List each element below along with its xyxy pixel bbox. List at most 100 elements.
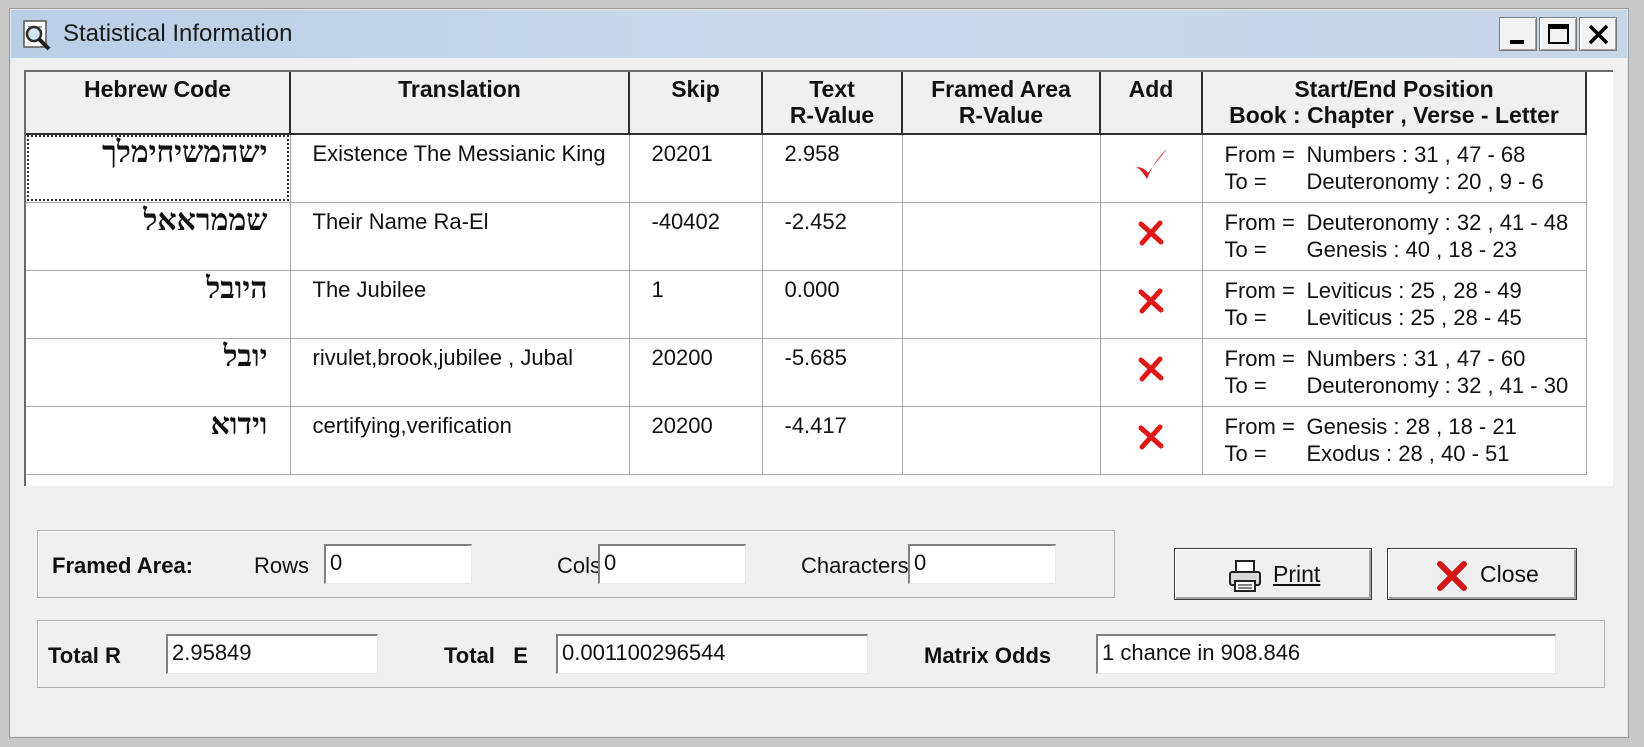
translation-cell[interactable]: certifying,verification	[290, 406, 630, 475]
framed-area-r-value-cell[interactable]	[902, 134, 1101, 203]
cols-field[interactable]: 0	[598, 544, 746, 584]
header-skip[interactable]: Skip	[629, 72, 763, 135]
framed-area-label: Framed Area:	[52, 553, 194, 578]
to-label: To =	[1224, 236, 1267, 262]
cols-label: Cols	[557, 553, 602, 578]
rows-label: Rows	[254, 553, 310, 578]
characters-field[interactable]: 0	[908, 544, 1056, 584]
hebrew-code-cell[interactable]: ישהמשיחימלך	[26, 134, 291, 203]
position-cell[interactable]: From = Deuteronomy : 32 , 41 - 48 To = Gen…	[1202, 202, 1587, 271]
from-value: Leviticus : 25 , 28 - 49	[1306, 277, 1522, 303]
minimize-button[interactable]	[1499, 17, 1537, 51]
table-row[interactable]: היובל The Jubilee 1 0.000 From = Leviticu…	[26, 270, 1587, 339]
statistical-information-window: Statistical Information Hebrew Code Tran…	[9, 8, 1629, 738]
print-label: Print	[1273, 561, 1321, 587]
from-label: From =	[1224, 209, 1295, 235]
skip-cell[interactable]: 1	[629, 270, 763, 339]
translation-cell[interactable]: rivulet,brook,jubilee , Jubal	[290, 338, 630, 407]
red-x-icon	[1138, 424, 1164, 450]
header-start-end-position[interactable]: Start/End Position Book : Chapter , Verse…	[1202, 72, 1587, 135]
table-row[interactable]: שממראאל Their Name Ra-El -40402 -2.452 F…	[26, 202, 1587, 271]
framed-area-r-value-cell[interactable]	[902, 338, 1101, 407]
header-text-r-value[interactable]: Text R-Value	[762, 72, 903, 135]
table-row[interactable]: יובל rivulet,brook,jubilee , Jubal 20200…	[26, 338, 1587, 407]
red-x-icon	[1138, 356, 1164, 382]
position-cell[interactable]: From = Genesis : 28 , 18 - 21 To = Exodus …	[1202, 406, 1587, 475]
characters-label: Characters	[801, 553, 909, 578]
hebrew-code-cell[interactable]: יובל	[26, 338, 291, 407]
translation-cell[interactable]: Their Name Ra-El	[290, 202, 630, 271]
totals-group: Total R 2.95849 Total E 0.001100296544 M…	[37, 620, 1605, 688]
framed-area-r-value-cell[interactable]	[902, 202, 1101, 271]
to-value: Genesis : 40 , 18 - 23	[1306, 236, 1517, 262]
to-label: To =	[1224, 440, 1267, 466]
position-cell[interactable]: From = Leviticus : 25 , 28 - 49 To = Levit…	[1202, 270, 1587, 339]
red-x-icon	[1138, 288, 1164, 314]
magnifier-app-icon	[23, 20, 51, 51]
matrix-odds-field[interactable]: 1 chance in 908.846	[1096, 634, 1556, 674]
red-x-icon	[1437, 561, 1467, 591]
close-label: Close	[1480, 561, 1539, 587]
position-cell[interactable]: From = Numbers : 31 , 47 - 68 To = Deutero…	[1202, 134, 1587, 203]
print-button[interactable]: Print	[1174, 548, 1372, 600]
from-label: From =	[1224, 277, 1295, 303]
from-label: From =	[1224, 345, 1295, 371]
from-label: From =	[1224, 413, 1295, 439]
printer-icon	[1229, 560, 1261, 592]
add-cell[interactable]	[1100, 134, 1203, 203]
text-r-value-cell[interactable]: -4.417	[762, 406, 903, 475]
skip-cell[interactable]: 20201	[629, 134, 763, 203]
matrix-odds-label: Matrix Odds	[924, 643, 1052, 668]
to-value: Deuteronomy : 20 , 9 - 6	[1306, 169, 1544, 194]
text-r-value-cell[interactable]: -5.685	[762, 338, 903, 407]
text-r-value-cell[interactable]: 2.958	[762, 134, 903, 203]
to-value: Leviticus : 25 , 28 - 45	[1306, 304, 1522, 330]
header-framed-area-r-value[interactable]: Framed Area R-Value	[902, 72, 1101, 135]
results-table: Hebrew Code Translation Skip Text R-Value…	[26, 72, 1587, 475]
maximize-button[interactable]	[1539, 17, 1577, 51]
hebrew-code-cell[interactable]: היובל	[26, 270, 291, 339]
maximize-icon	[1548, 24, 1569, 44]
from-label: From =	[1224, 142, 1295, 167]
hebrew-code-cell[interactable]: שממראאל	[26, 202, 291, 271]
from-value: Numbers : 31 , 47 - 60	[1306, 345, 1526, 371]
translation-cell[interactable]: Existence The Messianic King	[290, 134, 630, 203]
to-value: Exodus : 28 , 40 - 51	[1306, 440, 1510, 466]
hebrew-code-cell[interactable]: וידוא	[26, 406, 291, 475]
checkmark-icon	[1136, 149, 1167, 180]
to-label: To =	[1224, 169, 1267, 194]
add-cell[interactable]	[1100, 270, 1203, 339]
table-row[interactable]: וידוא certifying,verification 20200 -4.4…	[26, 406, 1587, 475]
add-cell[interactable]	[1100, 406, 1203, 475]
translation-cell[interactable]: The Jubilee	[290, 270, 630, 339]
framed-area-r-value-cell[interactable]	[902, 406, 1101, 475]
skip-cell[interactable]: -40402	[629, 202, 763, 271]
close-window-button[interactable]	[1579, 17, 1617, 51]
text-r-value-cell[interactable]: -2.452	[762, 202, 903, 271]
total-e-field[interactable]: 0.001100296544	[556, 634, 868, 674]
to-value: Deuteronomy : 32 , 41 - 30	[1306, 372, 1569, 398]
skip-cell[interactable]: 20200	[629, 406, 763, 475]
add-cell[interactable]	[1100, 338, 1203, 407]
grid-header-row: Hebrew Code Translation Skip Text R-Value…	[26, 72, 1587, 135]
from-value: Deuteronomy : 32 , 41 - 48	[1306, 209, 1569, 235]
results-grid[interactable]: Hebrew Code Translation Skip Text R-Value…	[24, 70, 1613, 486]
header-hebrew-code[interactable]: Hebrew Code	[26, 72, 291, 135]
framed-area-group: Framed Area: Rows 0 Cols 0 Characters 0	[37, 530, 1115, 598]
header-translation[interactable]: Translation	[290, 72, 630, 135]
close-button[interactable]: Close	[1387, 548, 1577, 600]
header-add[interactable]: Add	[1100, 72, 1203, 135]
text-r-value-cell[interactable]: 0.000	[762, 270, 903, 339]
total-r-field[interactable]: 2.95849	[166, 634, 378, 674]
title-bar[interactable]: Statistical Information	[11, 10, 1627, 58]
skip-cell[interactable]: 20200	[629, 338, 763, 407]
from-value: Numbers : 31 , 47 - 68	[1306, 142, 1526, 167]
to-label: To =	[1224, 372, 1267, 398]
framed-area-r-value-cell[interactable]	[902, 270, 1101, 339]
rows-field[interactable]: 0	[324, 544, 472, 584]
total-e-label: Total E	[444, 643, 528, 668]
add-cell[interactable]	[1100, 202, 1203, 271]
table-row[interactable]: ישהמשיחימלך Existence The Messianic King…	[26, 134, 1587, 203]
position-cell[interactable]: From = Numbers : 31 , 47 - 60 To = Deutero…	[1202, 338, 1587, 407]
to-label: To =	[1224, 304, 1267, 330]
